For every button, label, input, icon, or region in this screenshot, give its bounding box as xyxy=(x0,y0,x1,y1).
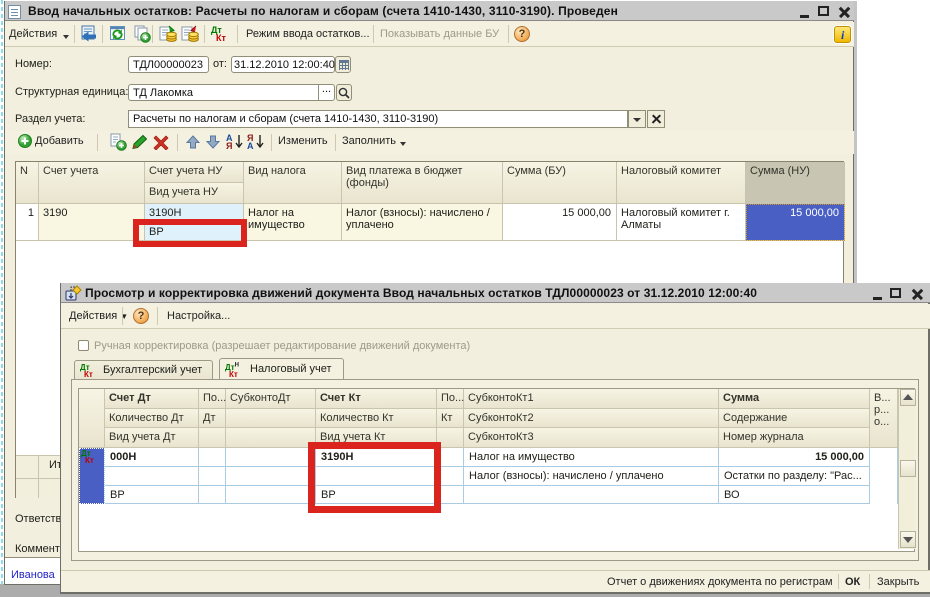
svg-text:А: А xyxy=(247,141,254,150)
svg-text:Я: Я xyxy=(226,141,232,150)
